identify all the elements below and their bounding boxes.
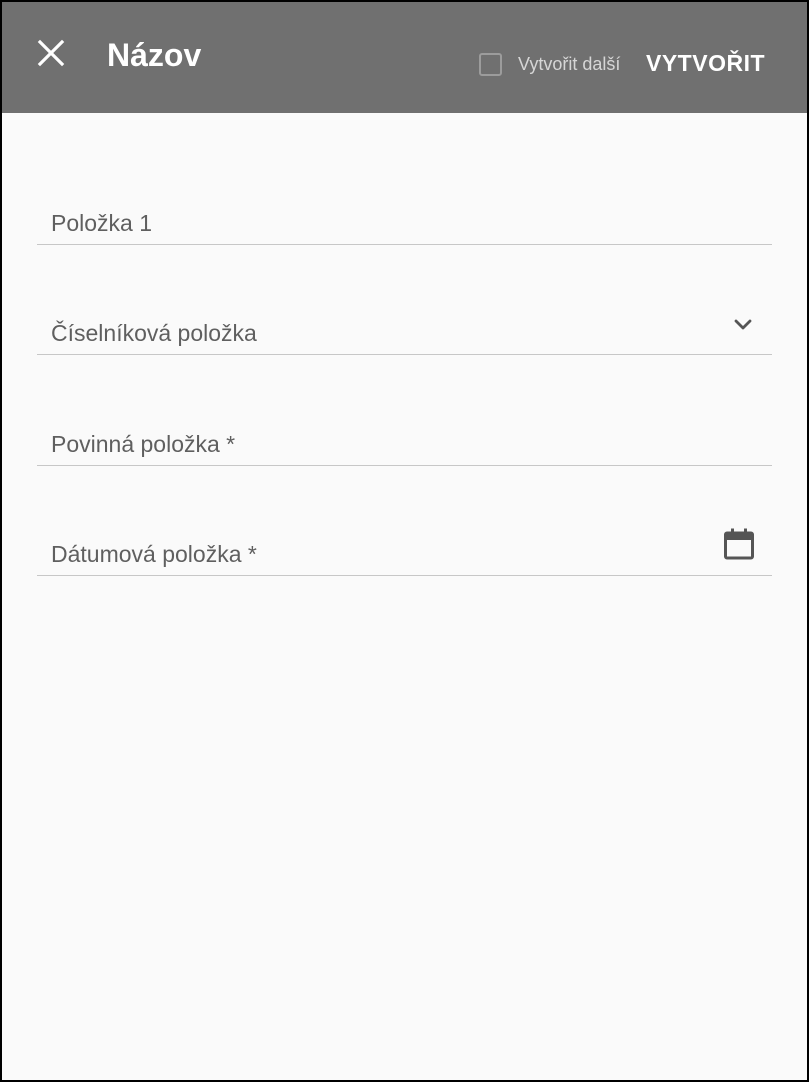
close-icon xyxy=(37,39,65,67)
chevron-down-icon[interactable] xyxy=(732,314,754,336)
field-required[interactable]: Povinná položka * xyxy=(37,416,772,466)
create-another-checkbox[interactable] xyxy=(479,52,502,76)
field-codelist-select[interactable]: Číselníková položka xyxy=(37,305,772,355)
create-button[interactable]: VYTVOŘIT xyxy=(646,48,765,78)
field-label: Číselníková položka xyxy=(51,320,257,346)
field-label: Dátumová položka * xyxy=(51,541,257,567)
app-bar: Názov Vytvořit další VYTVOŘIT xyxy=(2,2,807,113)
page-title: Názov xyxy=(107,37,202,73)
field-label: Povinná položka * xyxy=(51,431,236,457)
field-date[interactable]: Dátumová položka * xyxy=(37,526,772,576)
create-another-toggle[interactable]: Vytvořit další xyxy=(479,50,620,78)
create-another-label: Vytvořit další xyxy=(518,54,621,74)
calendar-icon[interactable] xyxy=(723,527,755,561)
field-item-1[interactable]: Položka 1 xyxy=(37,195,772,245)
close-button[interactable] xyxy=(30,32,70,72)
field-label: Položka 1 xyxy=(51,210,153,236)
app-window: Názov Vytvořit další VYTVOŘIT Položka 1 … xyxy=(0,0,809,1082)
